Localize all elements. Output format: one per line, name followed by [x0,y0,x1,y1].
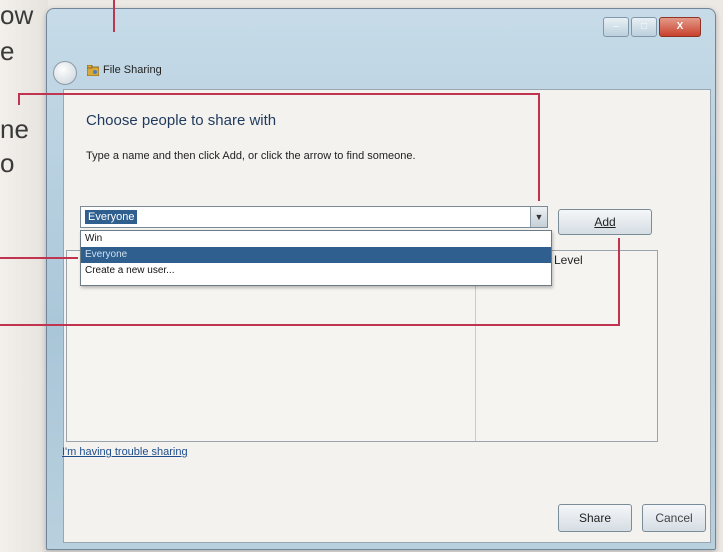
permission-level-header: Level [554,253,583,267]
trouble-sharing-link[interactable]: I'm having trouble sharing [62,446,188,458]
callout-line-combo-horizontal [18,93,540,95]
cancel-button[interactable]: Cancel [642,504,706,532]
dropdown-arrow-icon[interactable]: ▼ [530,207,547,227]
close-button[interactable]: X [659,17,701,37]
combobox-selected-value: Everyone [85,210,138,224]
callout-line-add-vertical [618,238,620,326]
file-sharing-window: File Sharing – □ X Choose people to shar… [46,8,716,550]
callout-line-left-connector [18,93,20,105]
dropdown-option-create-user[interactable]: Create a new user... [81,263,551,279]
window-controls: – □ X [603,17,701,37]
back-button[interactable] [53,61,77,85]
callout-line-combo-vertical [538,93,540,201]
window-title: File Sharing [103,64,162,76]
dialog-client-area: Choose people to share with Type a name … [62,89,711,543]
minimize-button[interactable]: – [603,17,629,37]
share-button[interactable]: Share [558,504,632,532]
callout-line-everyone [0,257,78,259]
page-text-fragment: ne [0,114,29,144]
maximize-button[interactable]: □ [631,17,657,37]
file-sharing-icon [87,65,99,76]
dropdown-option-everyone[interactable]: Everyone [81,247,551,263]
page-text-fragment: e [0,36,15,66]
page-text-fragment: ow [0,0,34,30]
user-name-combobox[interactable]: Everyone ▼ [80,206,548,228]
title-bar: File Sharing – □ X [47,9,715,89]
instruction-text: Type a name and then click Add, or click… [86,150,416,162]
book-page-margin [0,0,48,552]
page-text-fragment: o [0,148,15,178]
callout-line-add-horizontal [0,324,620,326]
dropdown-option-win[interactable]: Win [81,231,551,247]
user-dropdown-list: Win Everyone Create a new user... [80,230,552,286]
page-title: Choose people to share with [86,112,277,129]
callout-line-arrow-top [113,0,115,32]
add-button[interactable]: Add [558,209,652,235]
